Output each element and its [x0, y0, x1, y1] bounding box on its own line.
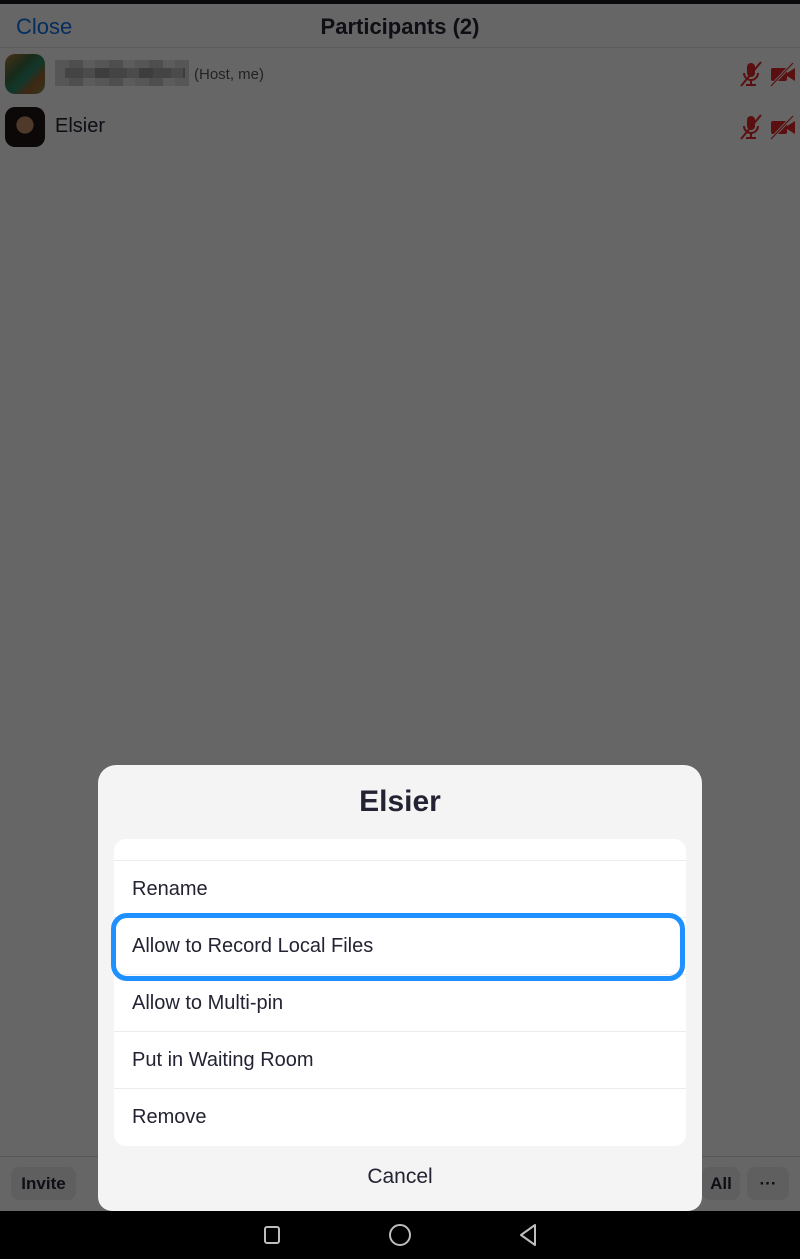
home-icon[interactable] — [388, 1223, 412, 1247]
menu-item-allow-multi-pin[interactable]: Allow to Multi-pin — [114, 975, 686, 1032]
menu-item-rename[interactable]: Rename — [114, 861, 686, 918]
participant-action-sheet: Elsier Make Host Rename Allow to Record … — [98, 765, 702, 1211]
menu-item-make-host[interactable]: Make Host — [114, 839, 686, 861]
recents-icon[interactable] — [260, 1223, 284, 1247]
menu-item-allow-record-local-files[interactable]: Allow to Record Local Files — [114, 918, 686, 975]
zoom-participants-screen: Close Participants (2) (Host, me) — [0, 0, 800, 1211]
sheet-title: Elsier — [359, 785, 441, 818]
menu-item-remove[interactable]: Remove — [114, 1089, 686, 1146]
action-menu: Make Host Rename Allow to Record Local F… — [114, 839, 686, 1146]
menu-item-put-in-waiting-room[interactable]: Put in Waiting Room — [114, 1032, 686, 1089]
system-nav-bar — [0, 1211, 800, 1259]
back-icon[interactable] — [516, 1223, 540, 1247]
cancel-button[interactable]: Cancel — [98, 1165, 702, 1189]
